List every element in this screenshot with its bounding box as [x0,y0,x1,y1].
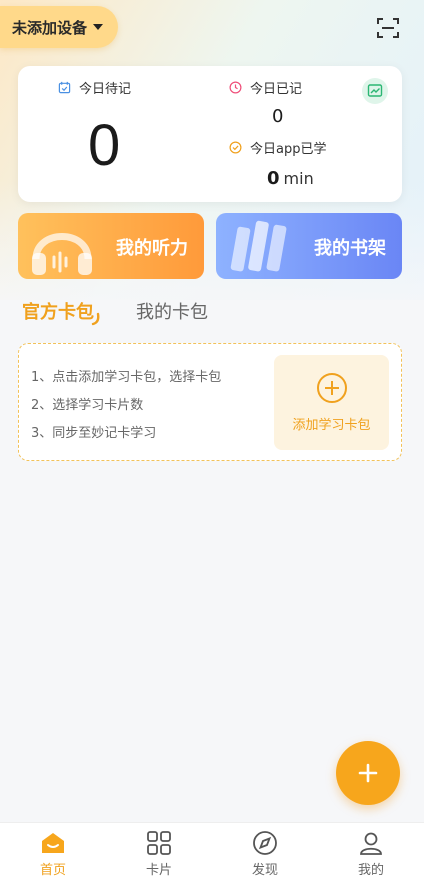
study-minutes: 0 [267,168,280,189]
tab-official-packs[interactable]: 官方卡包 [22,298,94,324]
add-fab-button[interactable] [336,741,400,805]
nav-cards[interactable]: 卡片 [106,823,212,881]
done-count: 0 [272,106,284,127]
check-circle-icon [229,141,242,154]
my-listening-title: 我的听力 [116,238,188,259]
nav-cards-label: 卡片 [145,863,172,878]
headphones-icon [32,233,92,275]
study-label: 今日app已学 [250,142,327,157]
plus-icon [358,763,378,783]
study-stat-label: 今日app已学 [229,138,326,157]
add-pack-button[interactable]: 添加学习卡包 [274,355,389,450]
books-icon [230,220,287,272]
today-stats-card: 今日待记 0 今日已记 0 今日app已学 0 min [18,66,402,202]
plus-circle-icon [316,373,347,403]
scan-icon [377,18,399,38]
caret-down-icon [93,24,104,30]
step-3: 3、同步至妙记卡学习 [31,426,157,441]
tab-my-packs[interactable]: 我的卡包 [136,298,208,324]
nav-profile[interactable]: 我的 [318,823,424,881]
nav-discover[interactable]: 发现 [212,823,318,881]
bottom-navigation: 首页 卡片 发现 我的 [0,822,424,881]
device-selector[interactable]: 未添加设备 [0,6,118,48]
pending-stat-label: 今日待记 [58,78,131,97]
done-stat-label: 今日已记 [229,78,302,97]
compass-icon [253,831,277,855]
nav-discover-label: 发现 [251,863,278,878]
my-bookshelf-title: 我的书架 [314,238,386,259]
user-icon [360,832,382,855]
grid-icon [147,831,171,855]
add-pack-label: 添加学习卡包 [292,418,371,433]
clock-icon [229,81,242,94]
pack-empty-card: 1、点击添加学习卡包，选择卡包 2、选择学习卡片数 3、同步至妙记卡学习 添加学… [18,343,402,461]
nav-home[interactable]: 首页 [0,823,106,881]
active-tab-indicator [91,312,100,326]
done-label: 今日已记 [250,82,303,97]
trend-chart-icon [367,84,383,97]
nav-profile-label: 我的 [357,863,384,878]
pending-label: 今日待记 [79,82,132,97]
study-time: 0 min [267,168,314,189]
stats-chart-button[interactable] [362,78,388,104]
nav-home-label: 首页 [39,863,66,878]
scan-button[interactable] [374,14,402,42]
my-listening-card[interactable]: 我的听力 [18,213,204,279]
home-icon [42,833,64,853]
my-bookshelf-card[interactable]: 我的书架 [216,213,402,279]
pending-count: 0 [88,113,121,178]
calendar-check-icon [58,81,71,94]
device-label: 未添加设备 [12,18,88,37]
study-unit: min [283,169,314,188]
step-1: 1、点击添加学习卡包，选择卡包 [31,370,222,385]
step-2: 2、选择学习卡片数 [31,398,144,413]
